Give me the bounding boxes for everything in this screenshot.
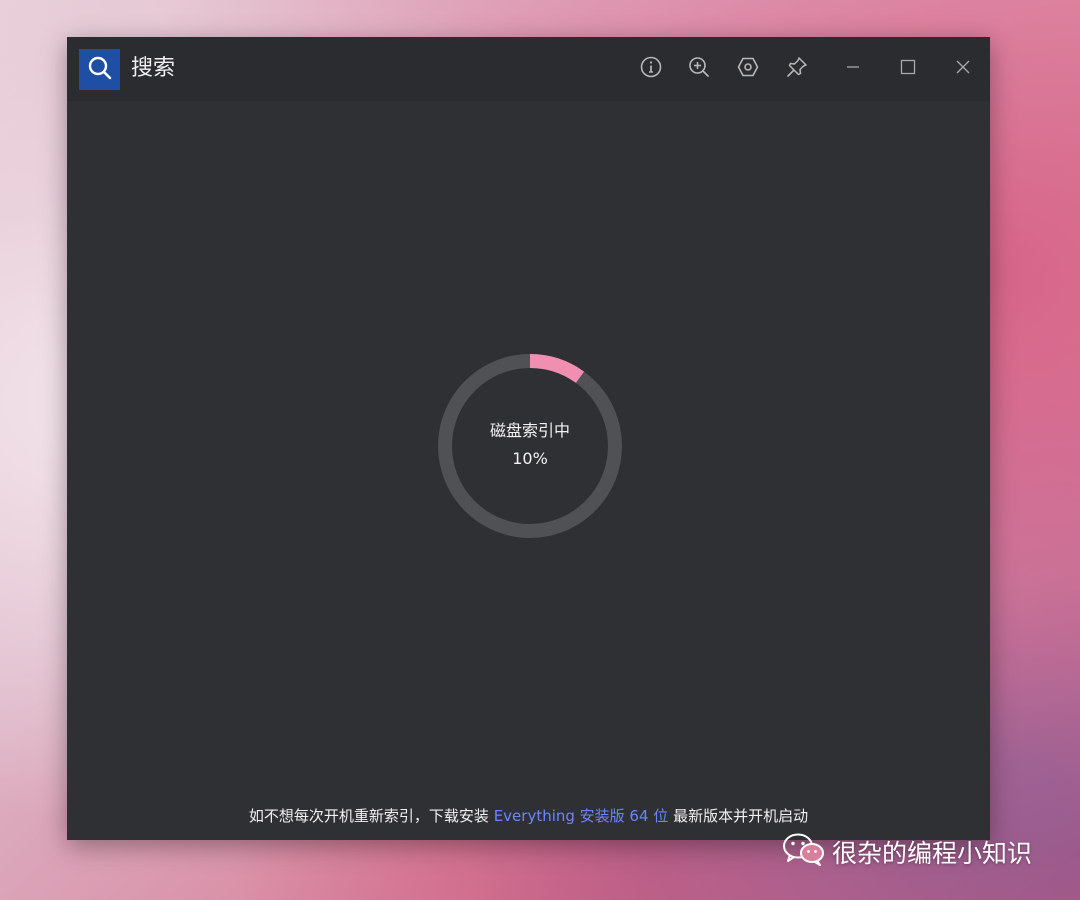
settings-icon bbox=[736, 55, 760, 83]
install-hint: 如不想每次开机重新索引，下载安装 Everything 安装版 64 位 最新版… bbox=[67, 805, 990, 827]
title-bar[interactable]: 搜索 bbox=[67, 37, 990, 101]
search-window: 搜索 磁盘索引中 10% 如不想每次开机重新索引，下载安装 Everything… bbox=[67, 37, 990, 840]
indexing-progress-ring: 磁盘索引中 10% bbox=[437, 353, 623, 539]
install-hint-text-after: 最新版本并开机启动 bbox=[668, 807, 809, 825]
pin-button[interactable] bbox=[782, 54, 812, 84]
wechat-icon bbox=[782, 832, 826, 872]
maximize-button[interactable] bbox=[893, 54, 923, 84]
minimize-button[interactable] bbox=[838, 54, 868, 84]
app-logo bbox=[79, 49, 120, 90]
progress-track bbox=[438, 354, 622, 538]
zoom-in-icon bbox=[687, 55, 711, 83]
info-button[interactable] bbox=[636, 54, 666, 84]
pin-icon bbox=[785, 55, 809, 83]
watermark: 很杂的编程小知识 bbox=[782, 832, 1033, 872]
search-icon bbox=[87, 55, 113, 85]
install-hint-text-before: 如不想每次开机重新索引，下载安装 bbox=[248, 807, 494, 825]
maximize-icon bbox=[898, 57, 918, 81]
close-button[interactable] bbox=[948, 54, 978, 84]
info-icon bbox=[639, 55, 663, 83]
zoom-in-button[interactable] bbox=[684, 54, 714, 84]
progress-label: 磁盘索引中 bbox=[489, 421, 570, 440]
settings-button[interactable] bbox=[733, 54, 763, 84]
progress-percent: 10% bbox=[512, 449, 548, 468]
desktop-background: 搜索 磁盘索引中 10% 如不想每次开机重新索引，下载安装 Everything… bbox=[0, 0, 1080, 900]
watermark-text: 很杂的编程小知识 bbox=[832, 839, 1033, 868]
everything-download-link[interactable]: Everything 安装版 64 位 bbox=[494, 807, 669, 825]
window-title: 搜索 bbox=[131, 56, 176, 81]
minimize-icon bbox=[843, 57, 863, 81]
close-icon bbox=[953, 57, 973, 81]
